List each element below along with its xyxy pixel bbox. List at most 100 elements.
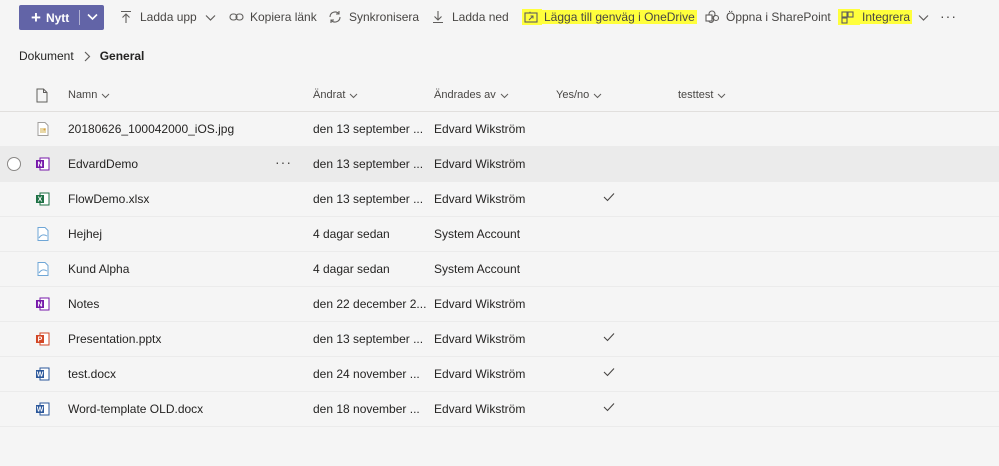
row-modified-by[interactable]: System Account — [434, 262, 520, 276]
row-name[interactable]: EdvardDemo — [68, 157, 138, 171]
column-header-name[interactable]: Namn — [68, 89, 110, 101]
table-row[interactable]: W test.docx den 24 november ... Edvard W… — [0, 357, 999, 392]
open-sharepoint-label: Öppna i SharePoint — [726, 10, 831, 24]
row-modified: den 13 september ... — [313, 192, 424, 206]
table-row[interactable]: W Word-template OLD.docx den 18 november… — [0, 392, 999, 427]
row-modified-by[interactable]: Edvard Wikström — [434, 332, 525, 346]
word-icon: W — [35, 401, 51, 417]
row-modified-by[interactable]: Edvard Wikström — [434, 297, 525, 311]
word-icon: W — [35, 366, 51, 382]
row-modified: den 13 september ... — [313, 332, 424, 346]
table-row[interactable]: N Notes den 22 december 2... Edvard Wiks… — [0, 287, 999, 322]
upload-button[interactable]: Ladda upp — [118, 8, 216, 26]
sync-button[interactable]: Synkronisera — [327, 8, 419, 26]
chevron-down-icon — [717, 91, 726, 100]
file-type-header-icon[interactable] — [36, 88, 48, 106]
row-modified-by[interactable]: Edvard Wikström — [434, 192, 525, 206]
integrate-label: Integrera — [860, 10, 913, 24]
row-name[interactable]: Kund Alpha — [68, 262, 129, 276]
svg-text:N: N — [37, 302, 42, 309]
sharepoint-icon — [704, 9, 720, 25]
column-header-name-label: Namn — [68, 89, 98, 101]
new-button[interactable]: + Nytt — [19, 5, 104, 30]
download-label: Ladda ned — [452, 10, 509, 24]
svg-text:P: P — [38, 337, 43, 344]
row-select-radio[interactable] — [7, 157, 21, 171]
onenote-icon: N — [35, 296, 51, 312]
svg-text:W: W — [37, 407, 44, 414]
column-header-yesno-label: Yes/no — [556, 89, 590, 101]
checkmark-icon — [603, 401, 615, 413]
add-shortcut-label: Lägga till genväg i OneDrive — [542, 10, 697, 24]
new-button-label: Nytt — [45, 10, 70, 25]
row-modified-by[interactable]: Edvard Wikström — [434, 402, 525, 416]
breadcrumb: Dokument General — [19, 49, 144, 63]
add-shortcut-button[interactable]: Lägga till genväg i OneDrive — [522, 8, 697, 26]
row-name[interactable]: 20180626_100042000_iOS.jpg — [68, 122, 234, 136]
onenote-icon: N — [35, 156, 51, 172]
excel-icon: X — [35, 191, 51, 207]
svg-text:N: N — [37, 162, 42, 169]
row-modified: den 13 september ... — [313, 122, 424, 136]
chevron-down-icon[interactable] — [87, 11, 98, 25]
row-name[interactable]: Hejhej — [68, 227, 102, 241]
breadcrumb-root[interactable]: Dokument — [19, 49, 74, 63]
table-header: Namn Ändrat Ändrades av Yes/no testtest — [0, 80, 999, 112]
checkmark-icon — [603, 366, 615, 378]
link-file-icon — [35, 261, 51, 277]
row-modified-by[interactable]: Edvard Wikström — [434, 157, 525, 171]
chevron-down-icon — [101, 91, 110, 100]
breadcrumb-current: General — [99, 49, 145, 63]
column-header-yesno[interactable]: Yes/no — [556, 89, 602, 101]
chevron-down-icon — [593, 91, 602, 100]
open-sharepoint-button[interactable]: Öppna i SharePoint — [704, 8, 831, 26]
checkmark-icon — [603, 191, 615, 203]
download-button[interactable]: Ladda ned — [430, 8, 509, 26]
chevron-down-icon — [500, 91, 509, 100]
image-file-icon — [35, 121, 51, 137]
command-bar: + Nytt Ladda upp Kopiera länk Synkronise… — [0, 0, 999, 36]
row-name[interactable]: Notes — [68, 297, 99, 311]
row-name[interactable]: FlowDemo.xlsx — [68, 192, 149, 206]
row-modified-by[interactable]: Edvard Wikström — [434, 122, 525, 136]
row-modified: 4 dagar sedan — [313, 227, 390, 241]
chevron-down-icon[interactable] — [205, 12, 216, 23]
row-name[interactable]: test.docx — [68, 367, 116, 381]
upload-label: Ladda upp — [140, 10, 197, 24]
row-modified: den 24 november ... — [313, 367, 420, 381]
column-header-modified[interactable]: Ändrat — [313, 89, 358, 101]
link-file-icon — [35, 226, 51, 242]
row-modified: den 13 september ... — [313, 157, 424, 171]
column-header-testtest[interactable]: testtest — [678, 89, 726, 101]
row-more-button[interactable]: ··· — [275, 154, 292, 170]
download-icon — [430, 9, 446, 25]
copy-link-button[interactable]: Kopiera länk — [228, 8, 317, 26]
column-header-testtest-label: testtest — [678, 89, 714, 101]
integrate-icon — [838, 9, 860, 25]
table-row[interactable]: X FlowDemo.xlsx den 13 september ... Edv… — [0, 182, 999, 217]
plus-icon: + — [31, 8, 41, 27]
row-name[interactable]: Presentation.pptx — [68, 332, 161, 346]
row-modified: 4 dagar sedan — [313, 262, 390, 276]
table-row[interactable]: Kund Alpha 4 dagar sedan System Account — [0, 252, 999, 287]
row-modified-by[interactable]: Edvard Wikström — [434, 367, 525, 381]
row-modified-by[interactable]: System Account — [434, 227, 520, 241]
shortcut-icon — [522, 9, 542, 25]
more-actions-button[interactable]: ··· — [940, 8, 957, 24]
chevron-down-icon[interactable] — [918, 12, 929, 23]
svg-text:W: W — [37, 372, 44, 379]
table-row[interactable]: P Presentation.pptx den 13 september ...… — [0, 322, 999, 357]
checkmark-icon — [603, 331, 615, 343]
table-row[interactable]: Hejhej 4 dagar sedan System Account — [0, 217, 999, 252]
row-name[interactable]: Word-template OLD.docx — [68, 402, 203, 416]
link-icon — [228, 9, 244, 25]
chevron-down-icon — [349, 91, 358, 100]
chevron-right-icon — [83, 51, 91, 62]
column-header-modified-by[interactable]: Ändrades av — [434, 89, 509, 101]
new-button-divider — [79, 10, 80, 25]
integrate-button[interactable]: Integrera — [838, 8, 929, 26]
copy-link-label: Kopiera länk — [250, 10, 317, 24]
row-modified: den 22 december 2... — [313, 297, 427, 311]
table-row[interactable]: 20180626_100042000_iOS.jpg den 13 septem… — [0, 112, 999, 147]
table-row[interactable]: N EdvardDemo ··· den 13 september ... Ed… — [0, 147, 999, 182]
